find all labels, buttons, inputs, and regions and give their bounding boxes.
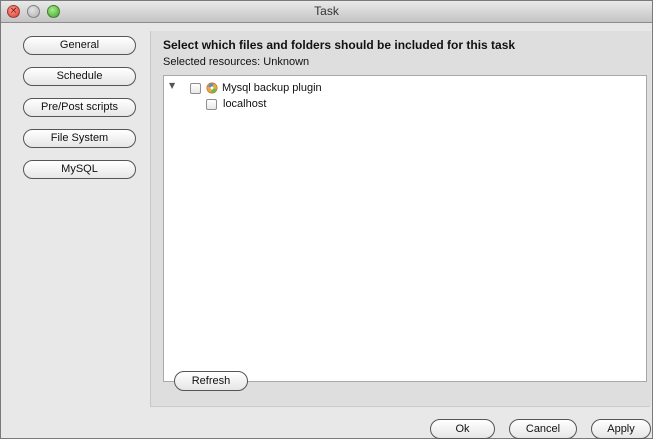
cancel-button[interactable]: Cancel xyxy=(509,419,577,439)
window-title: Task xyxy=(314,4,339,18)
tree-root-label: Mysql backup plugin xyxy=(222,82,322,94)
resource-tree[interactable]: ▼ Mysql backup plugin localhost xyxy=(163,75,647,382)
sidebar-item-general[interactable]: General xyxy=(23,36,136,55)
panel-heading: Select which files and folders should be… xyxy=(163,38,516,52)
plugin-icon xyxy=(206,82,218,94)
localhost-checkbox[interactable] xyxy=(206,98,217,110)
task-window: × Task General Schedule Pre/Post scripts… xyxy=(0,0,653,439)
sidebar-item-schedule[interactable]: Schedule xyxy=(23,67,136,86)
content-panel: Select which files and folders should be… xyxy=(150,31,651,406)
refresh-button[interactable]: Refresh xyxy=(174,371,248,391)
sidebar-item-file-system[interactable]: File System xyxy=(23,129,136,148)
selected-resources-text: Selected resources: Unknown xyxy=(163,56,310,68)
disclosure-triangle-icon[interactable]: ▼ xyxy=(169,81,179,93)
sidebar-item-pre-post-scripts[interactable]: Pre/Post scripts xyxy=(23,98,136,117)
ok-button[interactable]: Ok xyxy=(430,419,495,439)
apply-button[interactable]: Apply xyxy=(591,419,651,439)
tree-row-root[interactable]: ▼ Mysql backup plugin xyxy=(164,80,464,96)
root-checkbox[interactable] xyxy=(190,82,201,94)
sidebar-nav: General Schedule Pre/Post scripts File S… xyxy=(23,36,139,191)
title-bar[interactable]: × Task xyxy=(1,1,652,23)
tree-row-child[interactable]: localhost xyxy=(164,96,464,112)
tree-child-label: localhost xyxy=(223,98,267,110)
footer-divider xyxy=(150,406,650,407)
sidebar-item-mysql[interactable]: MySQL xyxy=(23,160,136,179)
